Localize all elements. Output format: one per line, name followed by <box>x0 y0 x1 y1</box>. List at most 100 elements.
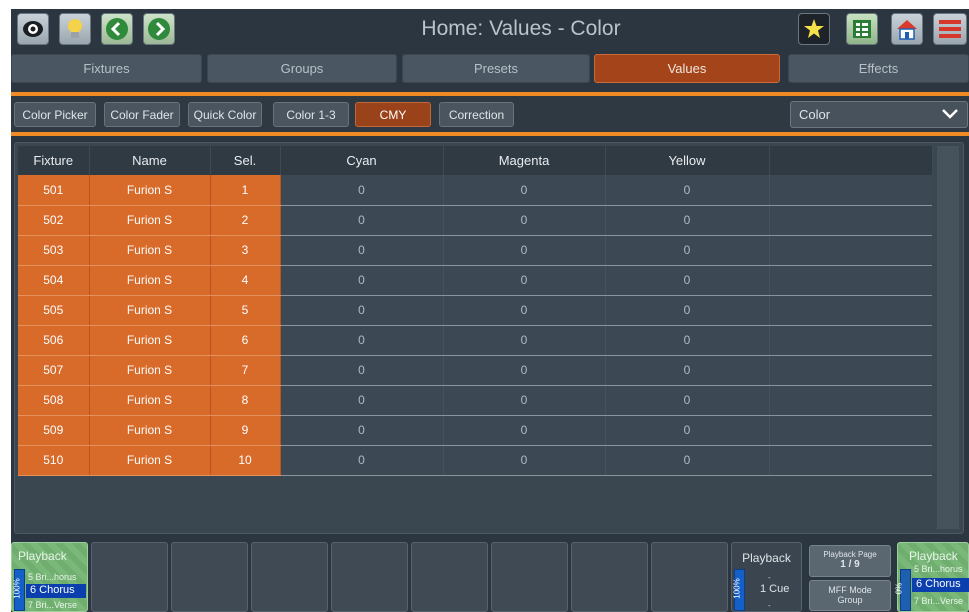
previous-button[interactable] <box>101 13 133 45</box>
playback-slot-empty[interactable] <box>651 542 728 612</box>
selection-cell[interactable]: 8 <box>210 385 281 416</box>
selection-cell[interactable]: 6 <box>210 325 281 356</box>
eye-button[interactable] <box>17 13 49 45</box>
column-header[interactable]: Fixture <box>18 146 90 175</box>
playback-slot-empty[interactable] <box>411 542 488 612</box>
name-cell[interactable]: Furion S <box>89 445 211 476</box>
tab-values[interactable]: Values <box>594 54 780 83</box>
selection-cell[interactable]: 3 <box>210 235 281 266</box>
mff-mode-button[interactable]: MFF Mode Group <box>809 580 891 611</box>
tab-groups[interactable]: Groups <box>207 54 397 83</box>
cyan-cell[interactable]: 0 <box>280 175 444 206</box>
table-row[interactable]: 504 Furion S 4 0 0 0 <box>18 265 932 296</box>
playback-level-bar[interactable]: 100% <box>733 569 745 611</box>
column-header[interactable]: Magenta <box>443 146 606 175</box>
table-row[interactable]: 509 Furion S 9 0 0 0 <box>18 415 932 446</box>
name-cell[interactable]: Furion S <box>89 265 211 296</box>
cyan-cell[interactable]: 0 <box>280 235 444 266</box>
home-button[interactable] <box>891 13 923 45</box>
cyan-cell[interactable]: 0 <box>280 265 444 296</box>
table-row[interactable]: 510 Furion S 10 0 0 0 <box>18 445 932 476</box>
playback-slot-empty[interactable] <box>491 542 568 612</box>
fixture-cell[interactable]: 508 <box>18 385 90 416</box>
cyan-cell[interactable]: 0 <box>280 205 444 236</box>
name-cell[interactable]: Furion S <box>89 355 211 386</box>
playback-page-button[interactable]: Playback Page 1 / 9 <box>809 545 891 577</box>
table-row[interactable]: 501 Furion S 1 0 0 0 <box>18 175 932 206</box>
playback-slot-empty[interactable] <box>331 542 408 612</box>
selection-cell[interactable]: 10 <box>210 445 281 476</box>
magenta-cell[interactable]: 0 <box>443 205 606 236</box>
selection-cell[interactable]: 5 <box>210 295 281 326</box>
table-scrollbar[interactable] <box>937 146 959 529</box>
magic-button[interactable] <box>798 13 830 45</box>
playback-slot-right[interactable]: Playback 0% 5 Bri...horus 6 Chorus 7 Bri… <box>894 542 969 612</box>
fixture-cell[interactable]: 501 <box>18 175 90 206</box>
yellow-cell[interactable]: 0 <box>605 265 770 296</box>
tab-presets[interactable]: Presets <box>402 54 590 83</box>
subtab-cmy[interactable]: CMY <box>355 102 431 127</box>
fixture-cell[interactable]: 503 <box>18 235 90 266</box>
playback-slot-cue[interactable]: Playback 100% - 1 Cue - <box>731 542 802 612</box>
fixture-cell[interactable]: 505 <box>18 295 90 326</box>
attribute-select[interactable]: Color <box>790 101 968 128</box>
magenta-cell[interactable]: 0 <box>443 295 606 326</box>
selection-cell[interactable]: 9 <box>210 415 281 446</box>
tab-fixtures[interactable]: Fixtures <box>11 54 202 83</box>
column-header[interactable]: Yellow <box>605 146 770 175</box>
fixture-cell[interactable]: 504 <box>18 265 90 296</box>
subtab-color-picker[interactable]: Color Picker <box>14 102 96 127</box>
subtab-color-fader[interactable]: Color Fader <box>104 102 180 127</box>
name-cell[interactable]: Furion S <box>89 415 211 446</box>
cyan-cell[interactable]: 0 <box>280 325 444 356</box>
magenta-cell[interactable]: 0 <box>443 265 606 296</box>
playback-slot-empty[interactable] <box>251 542 328 612</box>
selection-cell[interactable]: 2 <box>210 205 281 236</box>
yellow-cell[interactable]: 0 <box>605 385 770 416</box>
playback-level-bar[interactable]: 100% <box>13 569 25 611</box>
column-header[interactable]: Sel. <box>210 146 281 175</box>
name-cell[interactable]: Furion S <box>89 175 211 206</box>
yellow-cell[interactable]: 0 <box>605 175 770 206</box>
cyan-cell[interactable]: 0 <box>280 355 444 386</box>
name-cell[interactable]: Furion S <box>89 295 211 326</box>
fixture-cell[interactable]: 510 <box>18 445 90 476</box>
yellow-cell[interactable]: 0 <box>605 355 770 386</box>
fixture-cell[interactable]: 509 <box>18 415 90 446</box>
selection-cell[interactable]: 1 <box>210 175 281 206</box>
selection-cell[interactable]: 7 <box>210 355 281 386</box>
yellow-cell[interactable]: 0 <box>605 325 770 356</box>
name-cell[interactable]: Furion S <box>89 385 211 416</box>
tab-effects[interactable]: Effects <box>788 54 969 83</box>
column-header[interactable]: Cyan <box>280 146 444 175</box>
yellow-cell[interactable]: 0 <box>605 445 770 476</box>
fixture-cell[interactable]: 502 <box>18 205 90 236</box>
playback-slot-empty[interactable] <box>171 542 248 612</box>
playback-level-bar[interactable]: 0% <box>894 569 911 611</box>
table-row[interactable]: 505 Furion S 5 0 0 0 <box>18 295 932 326</box>
menu-button[interactable] <box>933 13 967 45</box>
magenta-cell[interactable]: 0 <box>443 355 606 386</box>
playback-slot-left[interactable]: Playback 100% 5 Bri...horus 6 Chorus 7 B… <box>11 542 88 612</box>
name-cell[interactable]: Furion S <box>89 325 211 356</box>
magenta-cell[interactable]: 0 <box>443 445 606 476</box>
cyan-cell[interactable]: 0 <box>280 295 444 326</box>
selection-cell[interactable]: 4 <box>210 265 281 296</box>
cyan-cell[interactable]: 0 <box>280 445 444 476</box>
magenta-cell[interactable]: 0 <box>443 415 606 446</box>
next-button[interactable] <box>143 13 175 45</box>
yellow-cell[interactable]: 0 <box>605 235 770 266</box>
table-row[interactable]: 503 Furion S 3 0 0 0 <box>18 235 932 266</box>
magenta-cell[interactable]: 0 <box>443 235 606 266</box>
table-row[interactable]: 507 Furion S 7 0 0 0 <box>18 355 932 386</box>
subtab-correction[interactable]: Correction <box>439 102 514 127</box>
magenta-cell[interactable]: 0 <box>443 385 606 416</box>
table-row[interactable]: 508 Furion S 8 0 0 0 <box>18 385 932 416</box>
lightbulb-button[interactable] <box>59 13 91 45</box>
yellow-cell[interactable]: 0 <box>605 205 770 236</box>
yellow-cell[interactable]: 0 <box>605 415 770 446</box>
magenta-cell[interactable]: 0 <box>443 325 606 356</box>
table-row[interactable]: 506 Furion S 6 0 0 0 <box>18 325 932 356</box>
column-header[interactable]: Name <box>89 146 211 175</box>
magenta-cell[interactable]: 0 <box>443 175 606 206</box>
